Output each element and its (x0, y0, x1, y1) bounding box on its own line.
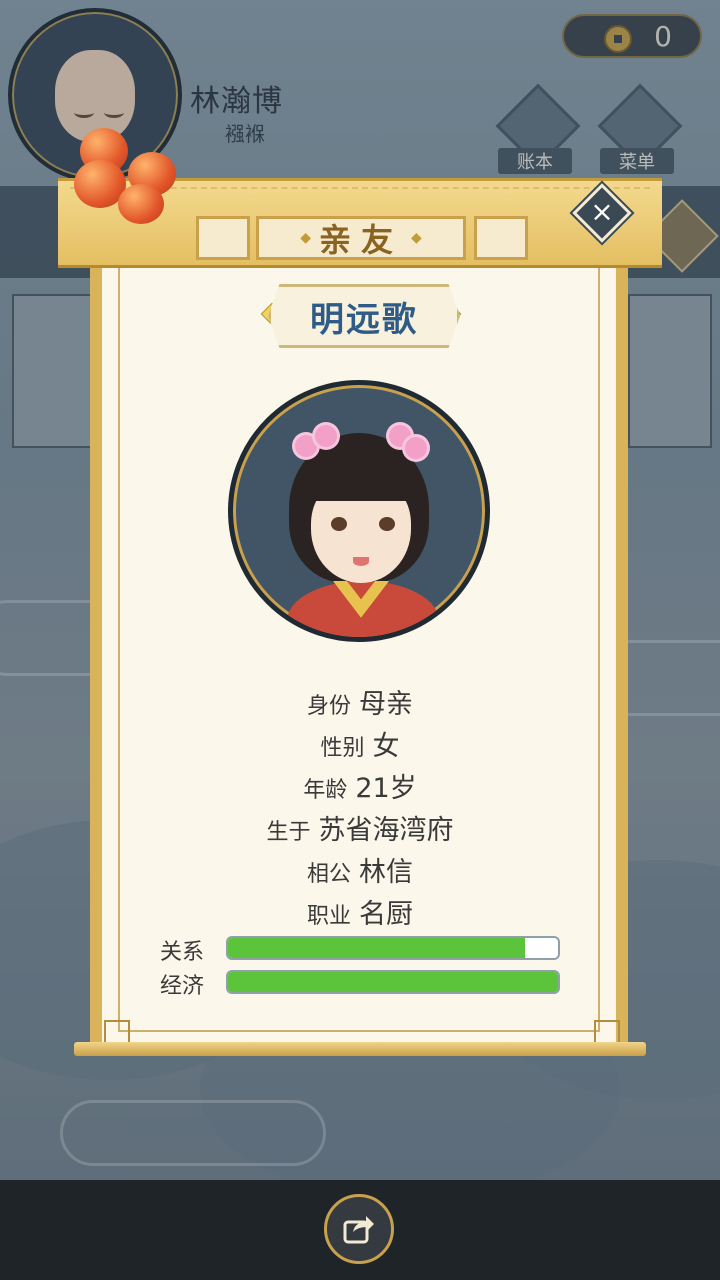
field-identity: 身份 母亲 (108, 682, 612, 721)
field-key: 职业 (306, 904, 351, 929)
header-ornament-right (474, 216, 528, 260)
header-ornament-left (196, 216, 250, 260)
field-key: 生于 (266, 820, 311, 845)
bar-fill (228, 938, 525, 958)
relationship-bar: 关系 (160, 936, 560, 965)
field-age: 年龄 21岁 (108, 766, 612, 805)
bar-label: 经济 (160, 974, 205, 999)
bar-track (226, 970, 560, 994)
field-value: 名厨 (359, 899, 413, 930)
field-value: 林信 (359, 857, 413, 888)
economy-bar: 经济 (160, 970, 560, 999)
bar-fill (228, 972, 558, 992)
field-value: 21岁 (355, 773, 417, 804)
bar-track (226, 936, 560, 960)
field-value: 女 (372, 731, 400, 762)
field-husband: 相公 林信 (108, 850, 612, 889)
person-name-plate: 明远歌 (268, 284, 460, 348)
field-key: 相公 (306, 862, 351, 887)
field-value: 苏省海湾府 (318, 815, 454, 846)
share-icon (343, 1216, 374, 1244)
dialog-title: 亲友 (318, 221, 403, 259)
field-key: 年龄 (303, 778, 348, 803)
field-key: 身份 (306, 694, 351, 719)
field-occupation: 职业 名厨 (108, 892, 612, 931)
field-gender: 性别女 (108, 724, 612, 763)
person-portrait (228, 380, 490, 642)
dialog-title-tab: ◆ 亲友 ◆ (256, 216, 466, 260)
field-key: 性别 (320, 736, 365, 761)
field-birthplace: 生于 苏省海湾府 (108, 808, 612, 847)
person-name: 明远歌 (310, 299, 418, 340)
bar-label: 关系 (160, 940, 205, 965)
close-icon: × (590, 195, 614, 228)
field-value: 母亲 (359, 689, 413, 720)
share-button[interactable] (324, 1194, 394, 1264)
candied-fruit-icon (60, 128, 190, 248)
scroll-bottom-rod (74, 1042, 646, 1056)
